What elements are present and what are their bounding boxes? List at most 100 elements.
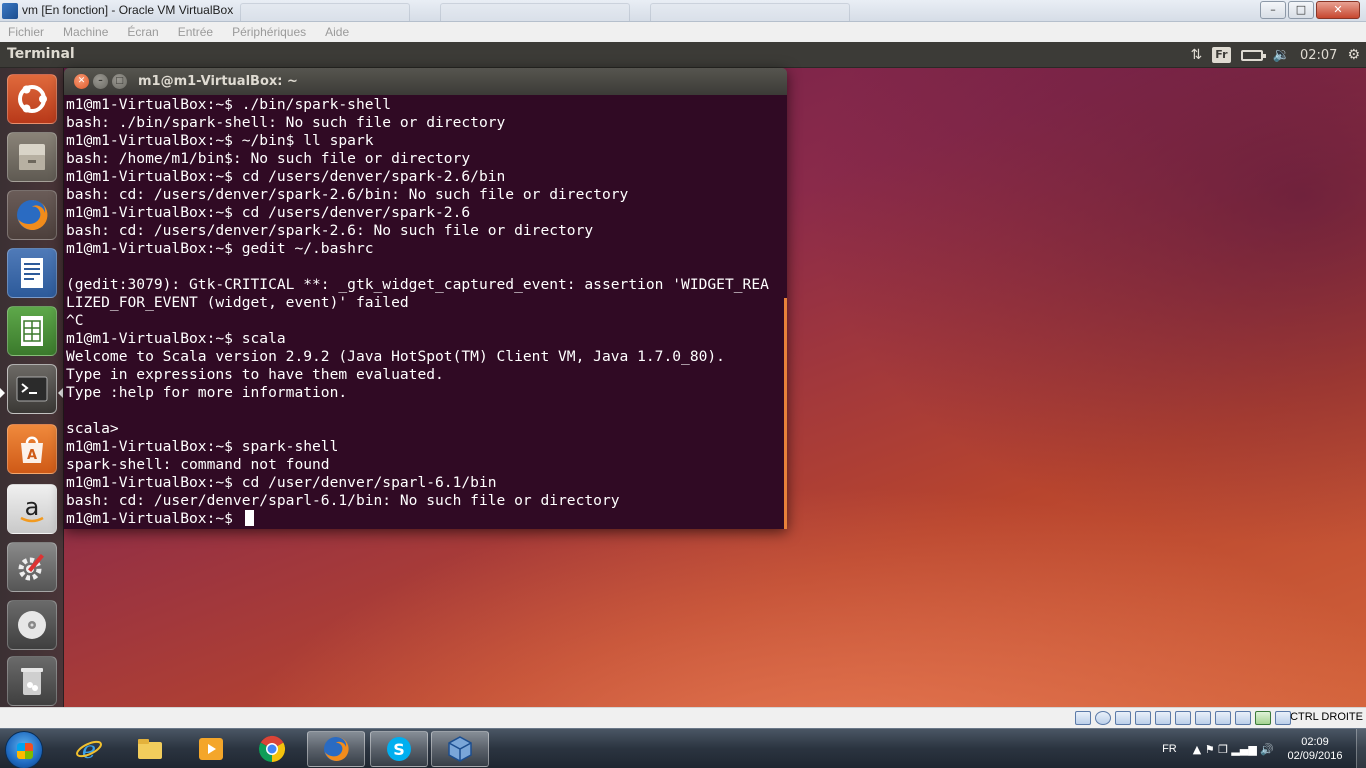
terminal-line: m1@m1-VirtualBox:~$ scala	[66, 330, 286, 347]
terminal-line: m1@m1-VirtualBox:~$ ./bin/spark-shell	[66, 96, 392, 113]
terminal-title: m1@m1-VirtualBox: ~	[138, 74, 298, 89]
ubuntu-dash-icon[interactable]	[7, 74, 57, 124]
chrome-icon[interactable]	[243, 731, 301, 767]
software-center-icon[interactable]: A	[7, 424, 57, 474]
terminal-line: spark-shell: command not found	[66, 456, 330, 473]
unity-launcher: A a	[0, 68, 64, 707]
ubuntu-top-panel: Terminal ⇅ Fr 🔉 02:07 ⚙	[0, 42, 1366, 68]
terminal-line: bash: /home/m1/bin$: No such file or dir…	[66, 150, 471, 167]
shared-folders-icon[interactable]	[1175, 711, 1191, 725]
show-desktop-button[interactable]	[1356, 729, 1366, 768]
network-adapter-icon[interactable]	[1135, 711, 1151, 725]
terminal-line: Type in expressions to have them evaluat…	[66, 366, 444, 383]
display-icon[interactable]	[1195, 711, 1211, 725]
tray-date: 02/09/2016	[1287, 750, 1343, 762]
video-capture-icon[interactable]	[1215, 711, 1231, 725]
windows-explorer-icon[interactable]	[121, 731, 179, 767]
skype-icon[interactable]: S	[370, 731, 428, 767]
terminal-line: LIZED_FOR_EVENT (widget, event)' failed	[66, 294, 409, 311]
windows-taskbar: e S FR ▲ ⚑ ❐ ▂▄▆ 🔊 02:09 02/09/2016	[0, 728, 1366, 768]
terminal-title-bar[interactable]: ✕ – □ m1@m1-VirtualBox: ~	[64, 68, 787, 95]
terminal-line: m1@m1-VirtualBox:~$ cd /users/denver/spa…	[66, 204, 471, 221]
terminal-line: bash: cd: /users/denver/spark-2.6/bin: N…	[66, 186, 629, 203]
vbox-title-bar: vm [En fonction] - Oracle VM VirtualBox …	[0, 0, 1366, 22]
terminal-minimize-button[interactable]: –	[93, 74, 108, 89]
terminal-line: (gedit:3079): Gtk-CRITICAL **: _gtk_widg…	[66, 276, 769, 293]
vbox-status-bar: CTRL DROITE	[0, 707, 1366, 728]
start-button[interactable]	[5, 731, 43, 768]
usb-icon[interactable]	[1155, 711, 1171, 725]
audio-icon[interactable]	[1115, 711, 1131, 725]
menu-aide[interactable]: Aide	[321, 25, 349, 39]
svg-text:S: S	[393, 740, 405, 759]
hard-disk-icon[interactable]	[1075, 711, 1091, 725]
menu-fichier[interactable]: Fichier	[4, 25, 44, 39]
menu-machine[interactable]: Machine	[59, 25, 108, 39]
focus-indicator	[58, 388, 63, 398]
terminal-line: Welcome to Scala version 2.9.2 (Java Hot…	[66, 348, 725, 365]
terminal-line: bash: cd: /users/denver/spark-2.6: No su…	[66, 222, 594, 239]
virtualbox-icon	[2, 3, 18, 19]
vbox-menu-bar: Fichier Machine Écran Entrée Périphériqu…	[0, 22, 1366, 42]
terminal-icon[interactable]	[7, 364, 57, 414]
host-key-label: CTRL DROITE	[1290, 711, 1363, 723]
menu-entree[interactable]: Entrée	[174, 25, 213, 39]
terminal-line: bash: ./bin/spark-shell: No such file or…	[66, 114, 506, 131]
close-button[interactable]: ✕	[1316, 1, 1360, 19]
firefox-icon[interactable]	[7, 190, 57, 240]
minimize-button[interactable]: –	[1260, 1, 1286, 19]
menu-peripheriques[interactable]: Périphériques	[228, 25, 306, 39]
terminal-line: m1@m1-VirtualBox:~$ gedit ~/.bashrc	[66, 240, 374, 257]
background-browser-tabs	[240, 3, 880, 21]
tray-icons[interactable]: ▲ ⚑ ❐ ▂▄▆ 🔊	[1193, 743, 1274, 756]
terminal-maximize-button[interactable]: □	[112, 74, 127, 89]
terminal-window[interactable]: ✕ – □ m1@m1-VirtualBox: ~ m1@m1-VirtualB…	[64, 68, 787, 529]
active-app-title[interactable]: Terminal	[7, 46, 75, 62]
terminal-line: m1@m1-VirtualBox:~$ cd /user/denver/spar…	[66, 474, 497, 491]
media-player-icon[interactable]	[182, 731, 240, 767]
amazon-icon[interactable]: a	[7, 484, 57, 534]
terminal-prompt: m1@m1-VirtualBox:~$	[66, 510, 242, 527]
maximize-button[interactable]: □	[1288, 1, 1314, 19]
battery-icon[interactable]	[1240, 49, 1266, 61]
active-indicator	[0, 388, 5, 398]
terminal-line: m1@m1-VirtualBox:~$ ~/bin$ ll spark	[66, 132, 374, 149]
svg-text:A: A	[27, 448, 37, 463]
terminal-prompt-line[interactable]: m1@m1-VirtualBox:~$	[66, 510, 785, 528]
window-title: vm [En fonction] - Oracle VM VirtualBox	[22, 3, 234, 17]
language-indicator[interactable]: FR	[1162, 743, 1177, 755]
mouse-integration-icon[interactable]	[1235, 711, 1251, 725]
terminal-output[interactable]: m1@m1-VirtualBox:~$ ./bin/spark-shell ba…	[64, 95, 787, 529]
optical-drive-icon[interactable]	[1095, 711, 1111, 725]
terminal-scrollbar[interactable]	[784, 298, 787, 529]
terminal-line: scala>	[66, 420, 119, 437]
trash-icon[interactable]	[7, 656, 57, 706]
terminal-close-button[interactable]: ✕	[74, 74, 89, 89]
svg-text:a: a	[25, 493, 40, 521]
terminal-line: m1@m1-VirtualBox:~$ spark-shell	[66, 438, 339, 455]
tray-clock[interactable]: 02:09 02/09/2016	[1284, 735, 1346, 763]
virtualbox-taskbar-icon[interactable]	[431, 731, 489, 767]
files-icon[interactable]	[7, 132, 57, 182]
internet-explorer-icon[interactable]: e	[60, 731, 118, 767]
keyboard-layout-indicator[interactable]: Fr	[1212, 47, 1231, 63]
libreoffice-writer-icon[interactable]	[7, 248, 57, 298]
system-tray: FR ▲ ⚑ ❐ ▂▄▆ 🔊 02:09 02/09/2016	[1162, 729, 1366, 768]
svg-text:e: e	[82, 736, 96, 764]
gear-icon[interactable]: ⚙	[1347, 45, 1360, 65]
system-settings-icon[interactable]	[7, 542, 57, 592]
keyboard-capture-icon[interactable]	[1275, 711, 1291, 725]
cpu-icon[interactable]	[1255, 711, 1271, 725]
terminal-line: m1@m1-VirtualBox:~$ cd /users/denver/spa…	[66, 168, 506, 185]
menu-ecran[interactable]: Écran	[123, 25, 158, 39]
firefox-taskbar-icon[interactable]	[307, 731, 365, 767]
terminal-line: bash: cd: /user/denver/sparl-6.1/bin: No…	[66, 492, 620, 509]
tray-time: 02:09	[1301, 736, 1329, 748]
volume-icon[interactable]: 🔉	[1273, 45, 1290, 65]
libreoffice-calc-icon[interactable]	[7, 306, 57, 356]
dvd-icon[interactable]	[7, 600, 57, 650]
panel-clock[interactable]: 02:07	[1300, 48, 1337, 63]
network-icon[interactable]: ⇅	[1191, 45, 1203, 65]
